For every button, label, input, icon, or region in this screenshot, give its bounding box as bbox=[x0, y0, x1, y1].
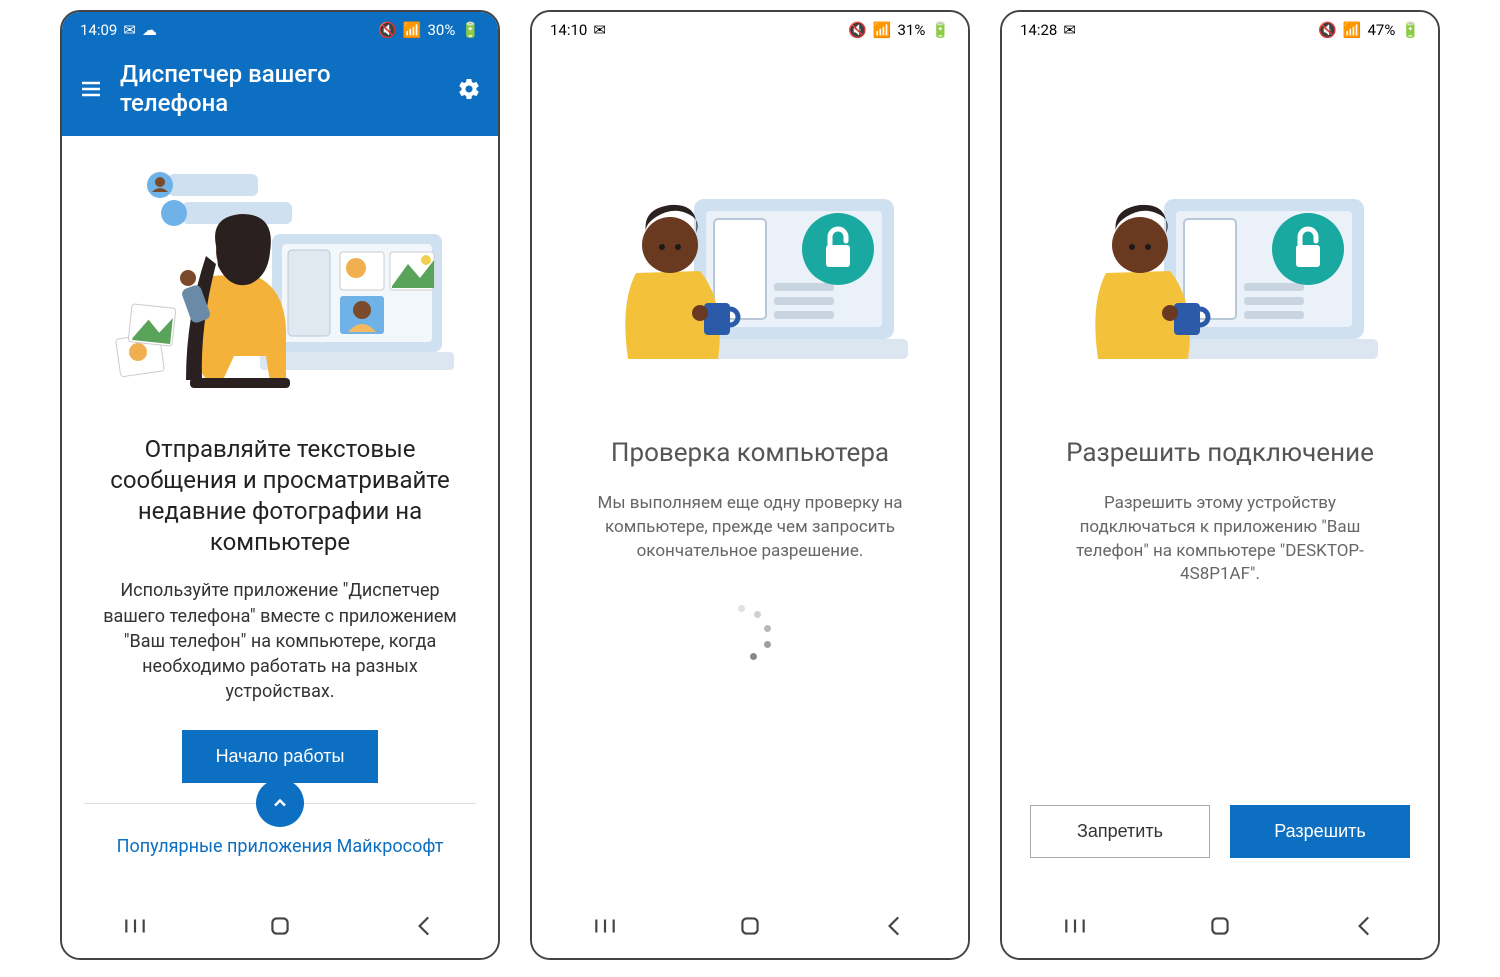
status-bar: 14:09 ✉ ☁ 🔇 📶 30% 🔋 bbox=[62, 12, 498, 48]
battery-icon: 🔋 bbox=[931, 21, 950, 39]
hero-illustration bbox=[554, 128, 946, 408]
main-content: Проверка компьютера Мы выполняем еще одн… bbox=[532, 48, 968, 898]
battery-text: 30% bbox=[427, 21, 455, 39]
phone-screen-3: 14:28 ✉ 🔇 📶 47% 🔋 bbox=[1000, 10, 1440, 960]
button-row: Запретить Разрешить bbox=[1002, 805, 1438, 858]
hero-illustration bbox=[84, 146, 476, 406]
body-text: Используйте приложение "Диспетчер вашего… bbox=[94, 578, 466, 704]
nav-home-icon[interactable] bbox=[1207, 913, 1233, 943]
status-icon: ☁ bbox=[142, 21, 157, 39]
nav-bar bbox=[1002, 898, 1438, 958]
hero-illustration bbox=[1024, 128, 1416, 408]
nav-back-icon[interactable] bbox=[412, 913, 438, 943]
main-content: Разрешить подключение Разрешить этому ус… bbox=[1002, 48, 1438, 898]
battery-text: 31% bbox=[897, 21, 925, 39]
nav-recent-icon[interactable] bbox=[1062, 913, 1088, 943]
status-bar: 14:10 ✉ 🔇 📶 31% 🔋 bbox=[532, 12, 968, 48]
nav-home-icon[interactable] bbox=[737, 913, 763, 943]
allow-button[interactable]: Разрешить bbox=[1230, 805, 1410, 858]
status-icon: ✉ bbox=[1063, 21, 1076, 39]
phone-screen-1: 14:09 ✉ ☁ 🔇 📶 30% 🔋 Диспетчер вашего тел… bbox=[60, 10, 500, 960]
mute-icon: 🔇 bbox=[848, 21, 867, 39]
loading-spinner bbox=[720, 603, 780, 663]
battery-text: 47% bbox=[1367, 21, 1395, 39]
start-button[interactable]: Начало работы bbox=[182, 730, 379, 783]
status-time: 14:10 bbox=[550, 21, 587, 39]
nav-bar bbox=[532, 898, 968, 958]
nav-back-icon[interactable] bbox=[882, 913, 908, 943]
headline: Разрешить подключение bbox=[1066, 438, 1374, 468]
app-title: Диспетчер вашего телефона bbox=[120, 60, 440, 118]
separator: Популярные приложения Майкрософт bbox=[84, 803, 476, 869]
status-icon: ✉ bbox=[123, 21, 136, 39]
expand-toggle[interactable] bbox=[256, 779, 304, 827]
deny-button[interactable]: Запретить bbox=[1030, 805, 1210, 858]
body-text: Мы выполняем еще одну проверку на компью… bbox=[554, 492, 946, 563]
settings-icon[interactable] bbox=[454, 74, 484, 104]
nav-back-icon[interactable] bbox=[1352, 913, 1378, 943]
battery-icon: 🔋 bbox=[1401, 21, 1420, 39]
app-header: Диспетчер вашего телефона bbox=[62, 48, 498, 136]
wifi-icon: 📶 bbox=[873, 21, 892, 39]
main-content: Отправляйте текстовые сообщения и просма… bbox=[62, 136, 498, 898]
nav-recent-icon[interactable] bbox=[122, 913, 148, 943]
status-time: 14:28 bbox=[1020, 21, 1057, 39]
body-text: Разрешить этому устройству подключаться … bbox=[1024, 492, 1416, 587]
mute-icon: 🔇 bbox=[1318, 21, 1337, 39]
battery-icon: 🔋 bbox=[461, 21, 480, 39]
nav-bar bbox=[62, 898, 498, 958]
status-icon: ✉ bbox=[593, 21, 606, 39]
wifi-icon: 📶 bbox=[403, 21, 422, 39]
nav-home-icon[interactable] bbox=[267, 913, 293, 943]
status-time: 14:09 bbox=[80, 21, 117, 39]
headline: Отправляйте текстовые сообщения и просма… bbox=[90, 434, 470, 559]
status-bar: 14:28 ✉ 🔇 📶 47% 🔋 bbox=[1002, 12, 1438, 48]
menu-icon[interactable] bbox=[76, 74, 106, 104]
nav-recent-icon[interactable] bbox=[592, 913, 618, 943]
wifi-icon: 📶 bbox=[1343, 21, 1362, 39]
headline: Проверка компьютера bbox=[611, 438, 889, 468]
mute-icon: 🔇 bbox=[378, 21, 397, 39]
phone-screen-2: 14:10 ✉ 🔇 📶 31% 🔋 bbox=[530, 10, 970, 960]
